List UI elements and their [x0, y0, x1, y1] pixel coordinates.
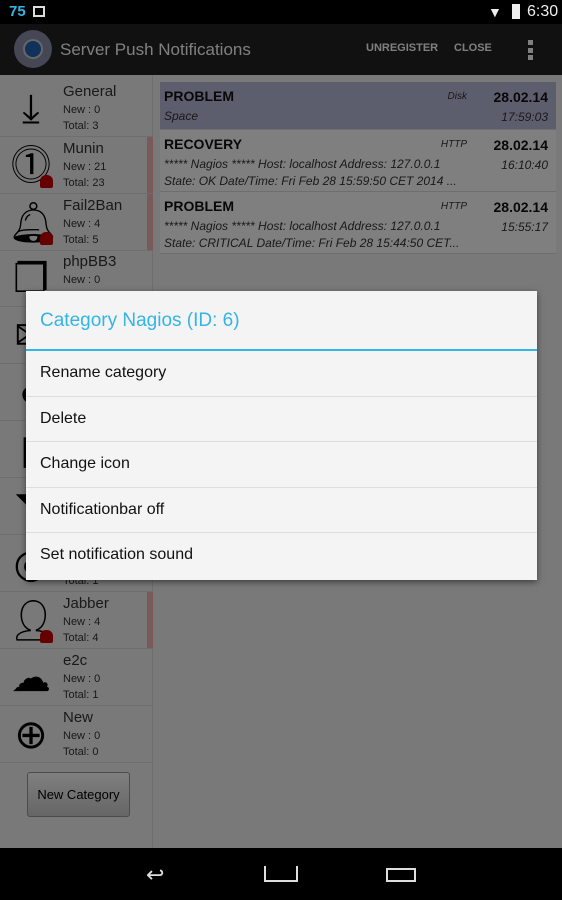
dialog-title: Category Nagios (ID: 6) — [26, 291, 537, 351]
change-icon-option[interactable]: Change icon — [26, 442, 537, 488]
home-icon[interactable] — [264, 866, 298, 882]
wifi-icon: ▼ — [488, 4, 502, 20]
notificationbar-off-option[interactable]: Notificationbar off — [26, 488, 537, 533]
rename-category-option[interactable]: Rename category — [26, 351, 537, 397]
notification-count: 75 — [9, 3, 26, 20]
clock: 6:30 — [527, 3, 559, 20]
battery-icon — [512, 4, 520, 19]
set-notification-sound-option[interactable]: Set notification sound — [26, 533, 537, 579]
image-notification-icon — [33, 6, 45, 17]
delete-option[interactable]: Delete — [26, 397, 537, 442]
category-context-dialog: Category Nagios (ID: 6) Rename category … — [26, 291, 537, 580]
back-icon[interactable]: ↩ — [146, 862, 164, 888]
status-bar: 75 ▼ 6:30 — [0, 0, 562, 24]
navigation-bar: ↩ — [0, 848, 562, 900]
recent-apps-icon[interactable] — [386, 868, 416, 882]
